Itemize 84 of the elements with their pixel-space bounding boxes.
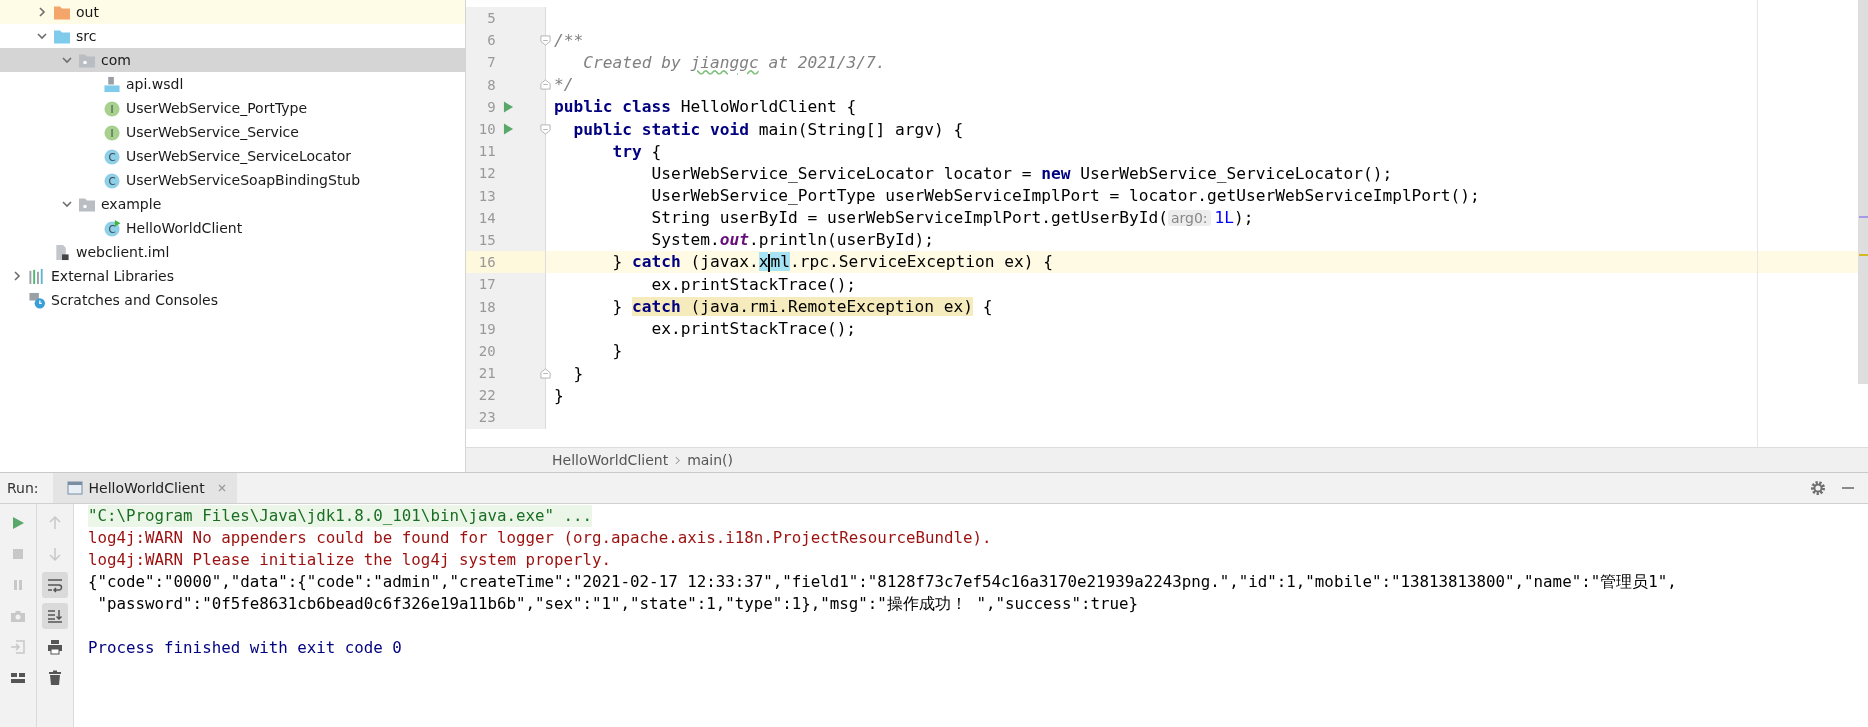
chevron-down-icon[interactable] [36,30,48,42]
console-line: log4j:WARN Please initialize the log4j system properly. [88,549,612,571]
code-line: public class HelloWorldClient { [553,97,857,117]
scrollend-icon[interactable] [42,603,68,629]
breadcrumb[interactable]: HelloWorldClient [552,452,669,468]
breadcrumb[interactable]: main() [687,452,734,468]
tree-item[interactable]: api.wsdl [0,72,465,96]
tree-item[interactable]: out [0,0,465,24]
line-number: 5 [486,10,496,27]
line-number: 11 [477,143,496,160]
run-icon[interactable] [502,122,514,137]
tree-item[interactable]: I UserWebService_Service [0,120,465,144]
code-line: public static void main(String[] argv) { [572,119,964,139]
fold-icon[interactable] [540,123,551,135]
class-icon: C [103,171,121,189]
class-icon: C [103,147,121,165]
code-line: ex.printStackTrace(); [650,274,857,294]
code-line: String userById = userWebServiceImplPort.getUserById( arg0: 1L); [650,208,1254,228]
code-line: UserWebService_PortType userWebServiceImplPort = locator.getUserWebServiceImplPort(); [650,186,1480,206]
code-line: } catch (java.rmi.RemoteException ex) { [611,297,993,317]
line-number: 15 [477,231,496,248]
line-number: 20 [477,342,496,359]
interface-icon: I [103,99,121,117]
line-number: 18 [477,298,496,315]
library-icon [28,267,46,285]
class-icon: C [103,219,121,237]
tree-item[interactable]: C UserWebServiceSoapBindingStub [0,168,465,192]
code-line: /** [553,30,584,50]
fold-icon[interactable] [540,79,551,91]
tree-item[interactable]: I UserWebService_PortType [0,96,465,120]
line-number: 9 [486,98,496,115]
console-line: Process finished with exit code 0 [88,637,402,659]
window-icon [66,481,83,495]
chevron-right-icon [674,454,682,466]
line-number: 23 [477,409,496,426]
wrap-icon[interactable] [42,572,68,598]
line-number: 22 [477,387,496,404]
code-line: System.out.println(userById); [650,230,935,250]
run-tab[interactable]: HelloWorldClient [52,473,237,503]
line-number: 19 [477,320,496,337]
line-number: 13 [477,187,496,204]
chevron-down-icon[interactable] [61,198,73,210]
fold-icon[interactable] [540,34,551,46]
tree-item[interactable]: webclient.iml [0,240,465,264]
line-number: 10 [477,121,496,138]
run-icon[interactable] [502,99,514,114]
line-number: 17 [477,276,496,293]
code-line: UserWebService_ServiceLocator locator = new UserWebService_ServiceLocator(); [650,163,1393,183]
line-number: 16 [477,254,496,271]
file-icon [103,75,121,93]
line-number: 7 [486,54,496,71]
console-line: log4j:WARN No appenders could be found for logger (org.apache.axis.i18n.ProjectResourceBundle). [88,527,992,549]
chevron-right-icon[interactable] [36,6,48,18]
close-icon[interactable] [216,483,227,493]
scratches-icon [28,291,46,309]
chevron-down-icon[interactable] [61,54,73,66]
line-number: 8 [486,76,496,93]
fold-icon[interactable] [540,367,551,379]
code-line: } [553,385,564,405]
line-number: 12 [477,165,496,182]
file-icon [53,243,71,261]
tree-item[interactable]: C UserWebService_ServiceLocator [0,144,465,168]
settings-icon[interactable] [1810,480,1826,496]
chevron-right-icon[interactable] [11,270,23,282]
tree-item[interactable]: example [0,192,465,216]
code-line: } [611,341,623,361]
code-line: } [572,363,584,383]
tree-item[interactable]: External Libraries [0,264,465,288]
code-line: */ [553,75,574,95]
console-line: "password":"0f5fe8631cb6bead0c6f326e19a11b6b","sex":"1","state":1,"type":1},"msg":"操作成功！ ","success":true} [96,593,1139,615]
console-line: {"code":"0000","data":{"code":"admin","createTime":"2021-02-17 12:33:37","field1":"8128f73c7ef54c16a3170e21939a2243png.","id":1,"mobile":"13813813800","name":"管理员1", [88,571,1677,593]
panel-title: Run: [6,480,40,496]
code-line: try { [611,141,662,161]
line-number: 14 [477,209,496,226]
code-line: ex.printStackTrace(); [650,319,857,339]
code-line: Created by jianggc at 2021/3/7. [582,52,886,72]
tree-item[interactable]: C HelloWorldClient [0,216,465,240]
tree-item[interactable]: Scratches and Consoles [0,288,465,312]
interface-icon: I [103,123,121,141]
line-number: 21 [477,365,496,382]
tree-item[interactable]: src [0,24,465,48]
code-line: } catch (javax.xml.rpc.ServiceException ex) { [611,252,1054,272]
line-number: 6 [486,32,496,49]
tree-item[interactable]: com [0,48,465,72]
